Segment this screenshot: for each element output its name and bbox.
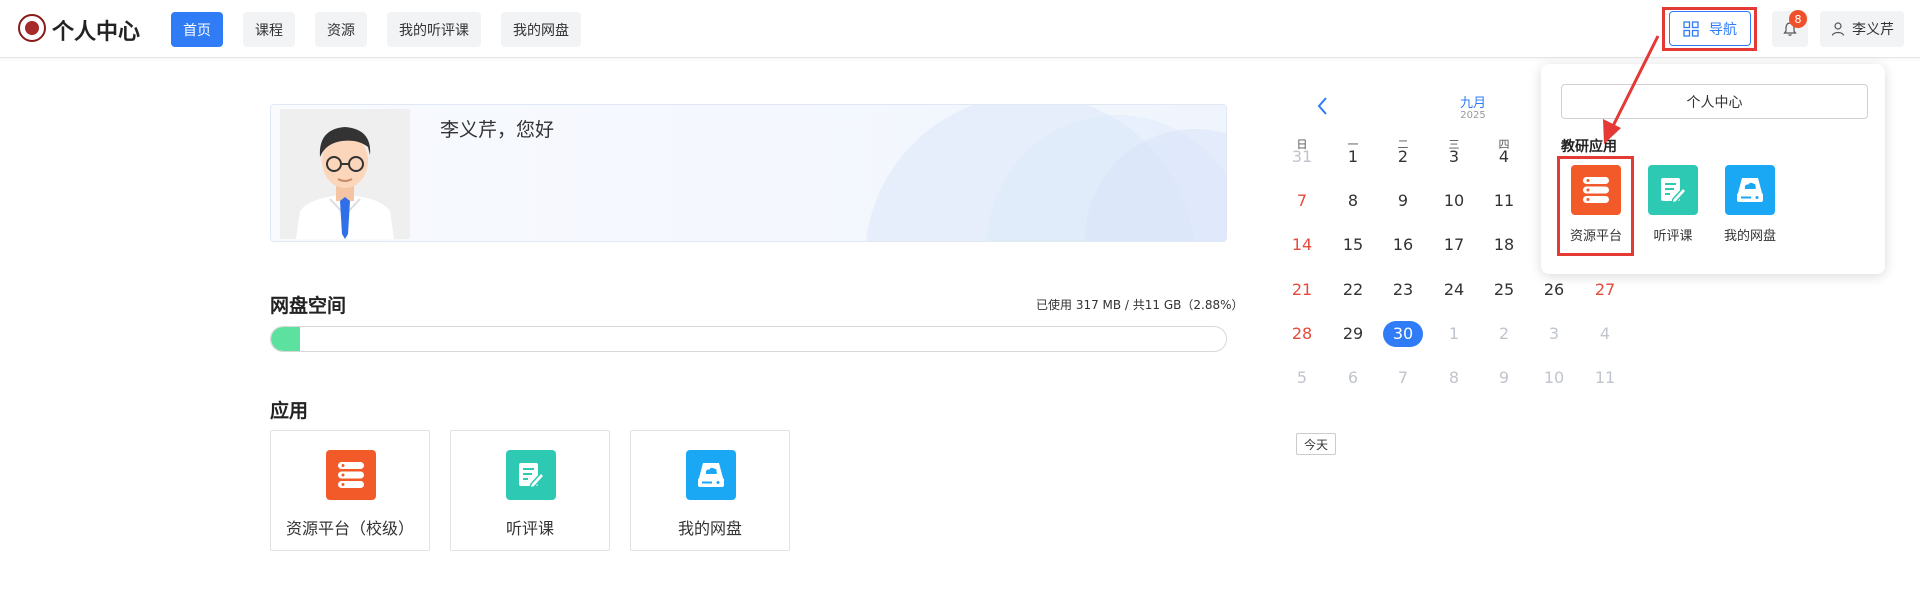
calendar-day[interactable]: 26 [1534,277,1574,303]
calendar-day[interactable]: 10 [1434,188,1474,214]
popover-section-title: 教研应用 [1561,139,1617,155]
calendar-day[interactable]: 21 [1282,277,1322,303]
edit-document-icon [1648,165,1698,215]
app-tile-my-drive[interactable]: 我的网盘 [630,430,790,551]
popover-app-my-drive[interactable]: 我的网盘 [1715,165,1785,245]
calendar-day[interactable]: 29 [1333,321,1373,347]
calendar-day[interactable]: 18 [1484,232,1524,258]
chevron-left-icon [1317,97,1327,115]
calendar-day[interactable]: 11 [1585,365,1625,391]
personal-center-button[interactable]: 个人中心 [1561,84,1868,119]
calendar-day[interactable]: 23 [1383,277,1423,303]
top-header: 个人中心 首页 课程 资源 我的听评课 我的网盘 导航 8 李义芹 [0,0,1920,58]
popover-app-label: 资源平台 [1569,229,1622,244]
calendar-day[interactable]: 3 [1434,144,1474,170]
nav-tab-resources[interactable]: 资源 [315,12,367,47]
popover-app-lesson-review[interactable]: 听评课 [1638,165,1708,245]
popover-app-resource-platform[interactable]: 资源平台 [1561,165,1631,245]
calendar-prev-month-button[interactable] [1313,95,1333,117]
edit-document-icon [506,450,556,500]
grid-icon [1683,20,1699,37]
calendar-day[interactable]: 28 [1282,321,1322,347]
calendar-day[interactable]: 30 [1383,321,1423,347]
calendar-day[interactable]: 10 [1534,365,1574,391]
calendar-day[interactable]: 4 [1585,321,1625,347]
calendar-day[interactable]: 24 [1434,277,1474,303]
calendar-day[interactable]: 8 [1333,188,1373,214]
avatar [280,109,410,239]
storage-section-title: 网盘空间 [270,295,347,317]
calendar-day[interactable]: 11 [1484,188,1524,214]
cloud-drive-icon [686,450,736,500]
app-tile-label: 我的网盘 [677,519,742,538]
calendar-day[interactable]: 8 [1434,365,1474,391]
calendar-day[interactable]: 1 [1434,321,1474,347]
calendar-day[interactable]: 22 [1333,277,1373,303]
calendar-month-label[interactable]: 九月 [1440,92,1506,111]
calendar-day[interactable]: 25 [1484,277,1524,303]
calendar-day[interactable]: 31 [1282,144,1322,170]
user-menu-button[interactable]: 李义芹 [1820,11,1904,47]
app-tile-lesson-review[interactable]: 听评课 [450,430,610,551]
calendar-day[interactable]: 6 [1333,365,1373,391]
app-tile-label: 听评课 [505,519,554,538]
avatar-person-icon [280,109,410,239]
calendar-day[interactable]: 3 [1534,321,1574,347]
calendar-today-button[interactable]: 今天 [1296,433,1336,455]
app-tile-resource-platform[interactable]: 资源平台（校级） [270,430,430,551]
storage-usage-text: 已使用 317 MB / 共11 GB（2.88%） [1036,298,1244,312]
calendar-day[interactable]: 16 [1383,232,1423,258]
calendar-day[interactable]: 7 [1282,188,1322,214]
calendar-day[interactable]: 7 [1383,365,1423,391]
calendar-day[interactable]: 15 [1333,232,1373,258]
popover-app-label: 听评课 [1653,229,1693,244]
calendar-day[interactable]: 9 [1484,365,1524,391]
calendar-day[interactable]: 2 [1484,321,1524,347]
calendar-day[interactable]: 5 [1282,365,1322,391]
storage-progress-bar [270,326,1227,352]
profile-card: 李义芹，您好 [270,104,1227,242]
calendar-day[interactable]: 2 [1383,144,1423,170]
nav-tab-my-drive[interactable]: 我的网盘 [501,12,581,47]
apps-section-title: 应用 [270,400,309,422]
nav-tab-my-lesson-reviews[interactable]: 我的听评课 [387,12,481,47]
nav-tab-courses[interactable]: 课程 [243,12,295,47]
popover-app-label: 我的网盘 [1723,229,1776,244]
calendar-day[interactable]: 14 [1282,232,1322,258]
calendar-day[interactable]: 27 [1585,277,1625,303]
notification-count-badge: 8 [1789,10,1807,28]
navigation-menu-button[interactable]: 导航 [1669,11,1751,46]
greeting-text: 李义芹，您好 [440,119,555,141]
user-icon [1831,22,1845,36]
calendar-day[interactable]: 9 [1383,188,1423,214]
calendar-day[interactable]: 4 [1484,144,1524,170]
app-tile-label: 资源平台（校级） [285,519,414,538]
server-stack-icon [1571,165,1621,215]
user-name: 李义芹 [1852,22,1894,38]
school-logo-icon [18,14,46,42]
navigation-popover: 个人中心 教研应用 资源平台 听评课 我的网盘 [1541,64,1885,274]
nav-tab-home[interactable]: 首页 [171,12,223,47]
server-stack-icon [326,450,376,500]
calendar-year-label: 2025 [1460,110,1486,121]
page-title: 个人中心 [52,20,141,45]
cloud-drive-icon [1725,165,1775,215]
storage-progress-fill [271,327,300,351]
calendar-day[interactable]: 1 [1333,144,1373,170]
navigation-menu-label: 导航 [1709,21,1737,38]
calendar-day[interactable]: 17 [1434,232,1474,258]
